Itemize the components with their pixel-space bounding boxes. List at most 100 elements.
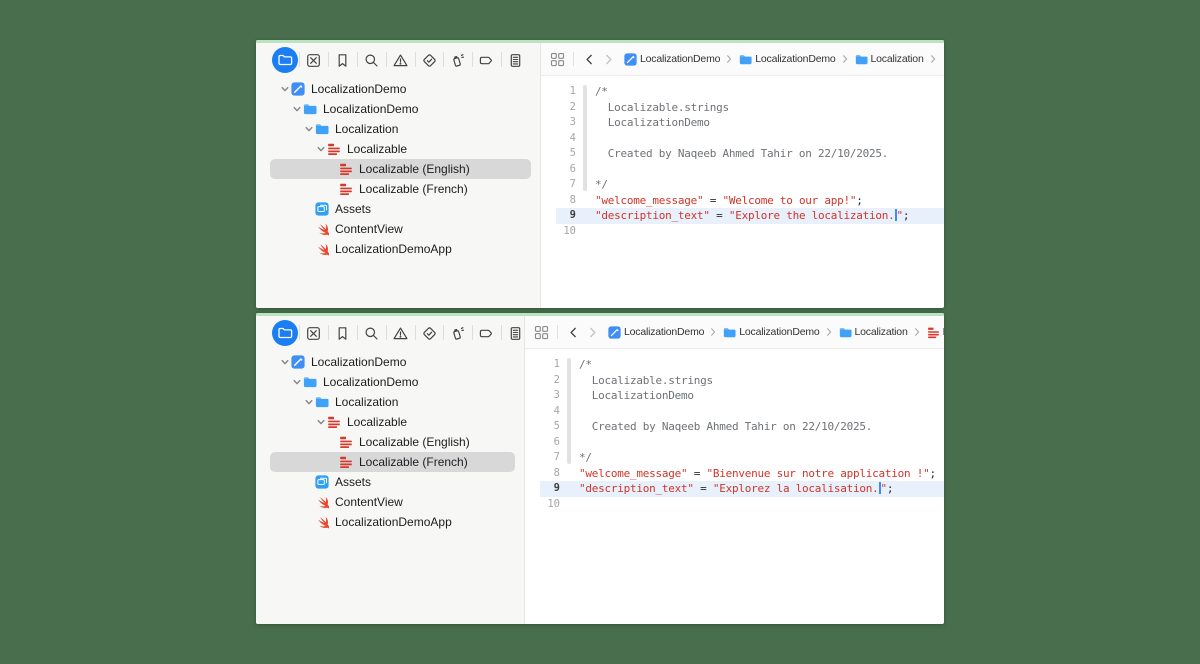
code-line[interactable] <box>579 404 936 420</box>
line-number[interactable]: 5 <box>540 146 576 162</box>
line-number[interactable]: 1 <box>540 84 576 100</box>
navigator-tab-tests[interactable] <box>417 321 441 345</box>
code-line[interactable]: /* <box>595 84 909 100</box>
code-line[interactable]: "welcome_message" = "Welcome to our app!… <box>595 193 909 209</box>
line-number[interactable]: 10 <box>524 497 560 513</box>
forward-button[interactable] <box>585 325 600 340</box>
code-line[interactable]: Localizable.strings <box>579 373 936 389</box>
navigator-tab-x-square[interactable] <box>302 48 326 72</box>
tree-row[interactable]: Assets <box>256 472 524 492</box>
tree-row[interactable]: Assets <box>256 199 540 219</box>
tree-row[interactable]: LocalizationDemo <box>256 352 524 372</box>
navigator-tab-search[interactable] <box>359 321 383 345</box>
tree-row[interactable]: Localizable <box>256 139 540 159</box>
disclosure-chevron-icon[interactable] <box>278 84 291 94</box>
navigator-tab-debug-spray[interactable] <box>446 321 470 345</box>
code-line[interactable]: LocalizationDemo <box>579 388 936 404</box>
code-line[interactable]: "welcome_message" = "Bienvenue sur notre… <box>579 466 936 482</box>
line-number[interactable]: 8 <box>524 466 560 482</box>
navigator-tab-debug-spray[interactable] <box>446 48 470 72</box>
disclosure-chevron-icon[interactable] <box>314 144 327 154</box>
tree-row[interactable]: Localizable (English) <box>256 432 524 452</box>
navigator-tab-bookmark[interactable] <box>331 321 355 345</box>
tree-row[interactable]: ContentView <box>256 219 540 239</box>
breadcrumb-item[interactable]: Localizable <box>927 326 944 339</box>
tree-row[interactable]: Localizable (French) <box>256 452 524 472</box>
disclosure-chevron-icon[interactable] <box>290 377 303 387</box>
navigator-tab-folder[interactable] <box>273 321 297 345</box>
code-line[interactable]: Created by Naqeeb Ahmed Tahir on 22/10/2… <box>595 146 909 162</box>
back-button[interactable] <box>566 325 581 340</box>
line-number-gutter[interactable]: 12345678910 <box>540 84 576 239</box>
code-area[interactable]: /* Localizable.strings LocalizationDemo … <box>579 357 936 512</box>
code-line[interactable]: Localizable.strings <box>595 100 909 116</box>
code-line[interactable]: "description_text" = "Explorez la locali… <box>579 481 936 497</box>
code-line[interactable]: "description_text" = "Explore the locali… <box>595 208 909 224</box>
navigator-tab-bookmark[interactable] <box>331 48 355 72</box>
navigator-tab-x-square[interactable] <box>302 321 326 345</box>
line-number[interactable]: 10 <box>540 224 576 240</box>
line-number-gutter[interactable]: 12345678910 <box>524 357 560 512</box>
tree-row[interactable]: Localizable <box>256 412 524 432</box>
code-line[interactable] <box>579 435 936 451</box>
disclosure-chevron-icon[interactable] <box>302 397 315 407</box>
code-line[interactable] <box>595 131 909 147</box>
line-number[interactable]: 7 <box>524 450 560 466</box>
line-number[interactable]: 1 <box>524 357 560 373</box>
line-number[interactable]: 2 <box>540 100 576 116</box>
tree-row[interactable]: Localizable (French) <box>256 179 540 199</box>
navigator-tab-search[interactable] <box>359 48 383 72</box>
tree-row[interactable]: LocalizationDemoApp <box>256 512 524 532</box>
breadcrumb-item[interactable]: LocalizationDemo <box>608 326 704 339</box>
tree-row[interactable]: LocalizationDemoApp <box>256 239 540 259</box>
disclosure-chevron-icon[interactable] <box>314 417 327 427</box>
tree-row[interactable]: LocalizationDemo <box>256 99 540 119</box>
disclosure-chevron-icon[interactable] <box>302 124 315 134</box>
code-line[interactable]: */ <box>595 177 909 193</box>
breadcrumb-item[interactable]: Localization <box>839 326 908 339</box>
navigator-tab-tests[interactable] <box>417 48 441 72</box>
line-number[interactable]: 4 <box>524 404 560 420</box>
navigator-tab-issues[interactable] <box>388 321 412 345</box>
breadcrumb-item[interactable]: LocalizationDemo <box>723 326 819 339</box>
line-number[interactable]: 9 <box>524 481 560 497</box>
line-number[interactable]: 9 <box>540 208 576 224</box>
code-line[interactable] <box>595 224 909 240</box>
navigator-tab-reports[interactable] <box>503 48 527 72</box>
navigator-tab-breakpoints-tag[interactable] <box>475 321 499 345</box>
tree-row[interactable]: Localizable (English) <box>256 159 540 179</box>
line-number[interactable]: 2 <box>524 373 560 389</box>
code-line[interactable]: */ <box>579 450 936 466</box>
tree-row[interactable]: LocalizationDemo <box>256 372 524 392</box>
code-line[interactable]: LocalizationDemo <box>595 115 909 131</box>
navigator-tab-issues[interactable] <box>388 48 412 72</box>
line-number[interactable]: 4 <box>540 131 576 147</box>
related-items-grid-button[interactable] <box>534 325 549 340</box>
line-number[interactable]: 7 <box>540 177 576 193</box>
code-area[interactable]: /* Localizable.strings LocalizationDemo … <box>595 84 909 239</box>
line-number[interactable]: 8 <box>540 193 576 209</box>
navigator-tab-folder[interactable] <box>273 48 297 72</box>
code-line[interactable] <box>579 497 936 513</box>
tree-row[interactable]: Localization <box>256 392 524 412</box>
breadcrumb-item[interactable]: LocalizationDemo <box>624 53 720 66</box>
related-items-grid-button[interactable] <box>550 52 565 67</box>
disclosure-chevron-icon[interactable] <box>278 357 291 367</box>
forward-button[interactable] <box>601 52 616 67</box>
line-number[interactable]: 6 <box>540 162 576 178</box>
code-line[interactable]: Created by Naqeeb Ahmed Tahir on 22/10/2… <box>579 419 936 435</box>
line-number[interactable]: 5 <box>524 419 560 435</box>
breadcrumb-item[interactable]: Localization <box>855 53 924 66</box>
disclosure-chevron-icon[interactable] <box>290 104 303 114</box>
line-number[interactable]: 3 <box>540 115 576 131</box>
line-number[interactable]: 6 <box>524 435 560 451</box>
code-line[interactable] <box>595 162 909 178</box>
tree-row[interactable]: Localization <box>256 119 540 139</box>
tree-row[interactable]: LocalizationDemo <box>256 79 540 99</box>
breadcrumb-item[interactable]: LocalizationDemo <box>739 53 835 66</box>
navigator-tab-breakpoints-tag[interactable] <box>475 48 499 72</box>
tree-row[interactable]: ContentView <box>256 492 524 512</box>
code-line[interactable]: /* <box>579 357 936 373</box>
line-number[interactable]: 3 <box>524 388 560 404</box>
back-button[interactable] <box>582 52 597 67</box>
